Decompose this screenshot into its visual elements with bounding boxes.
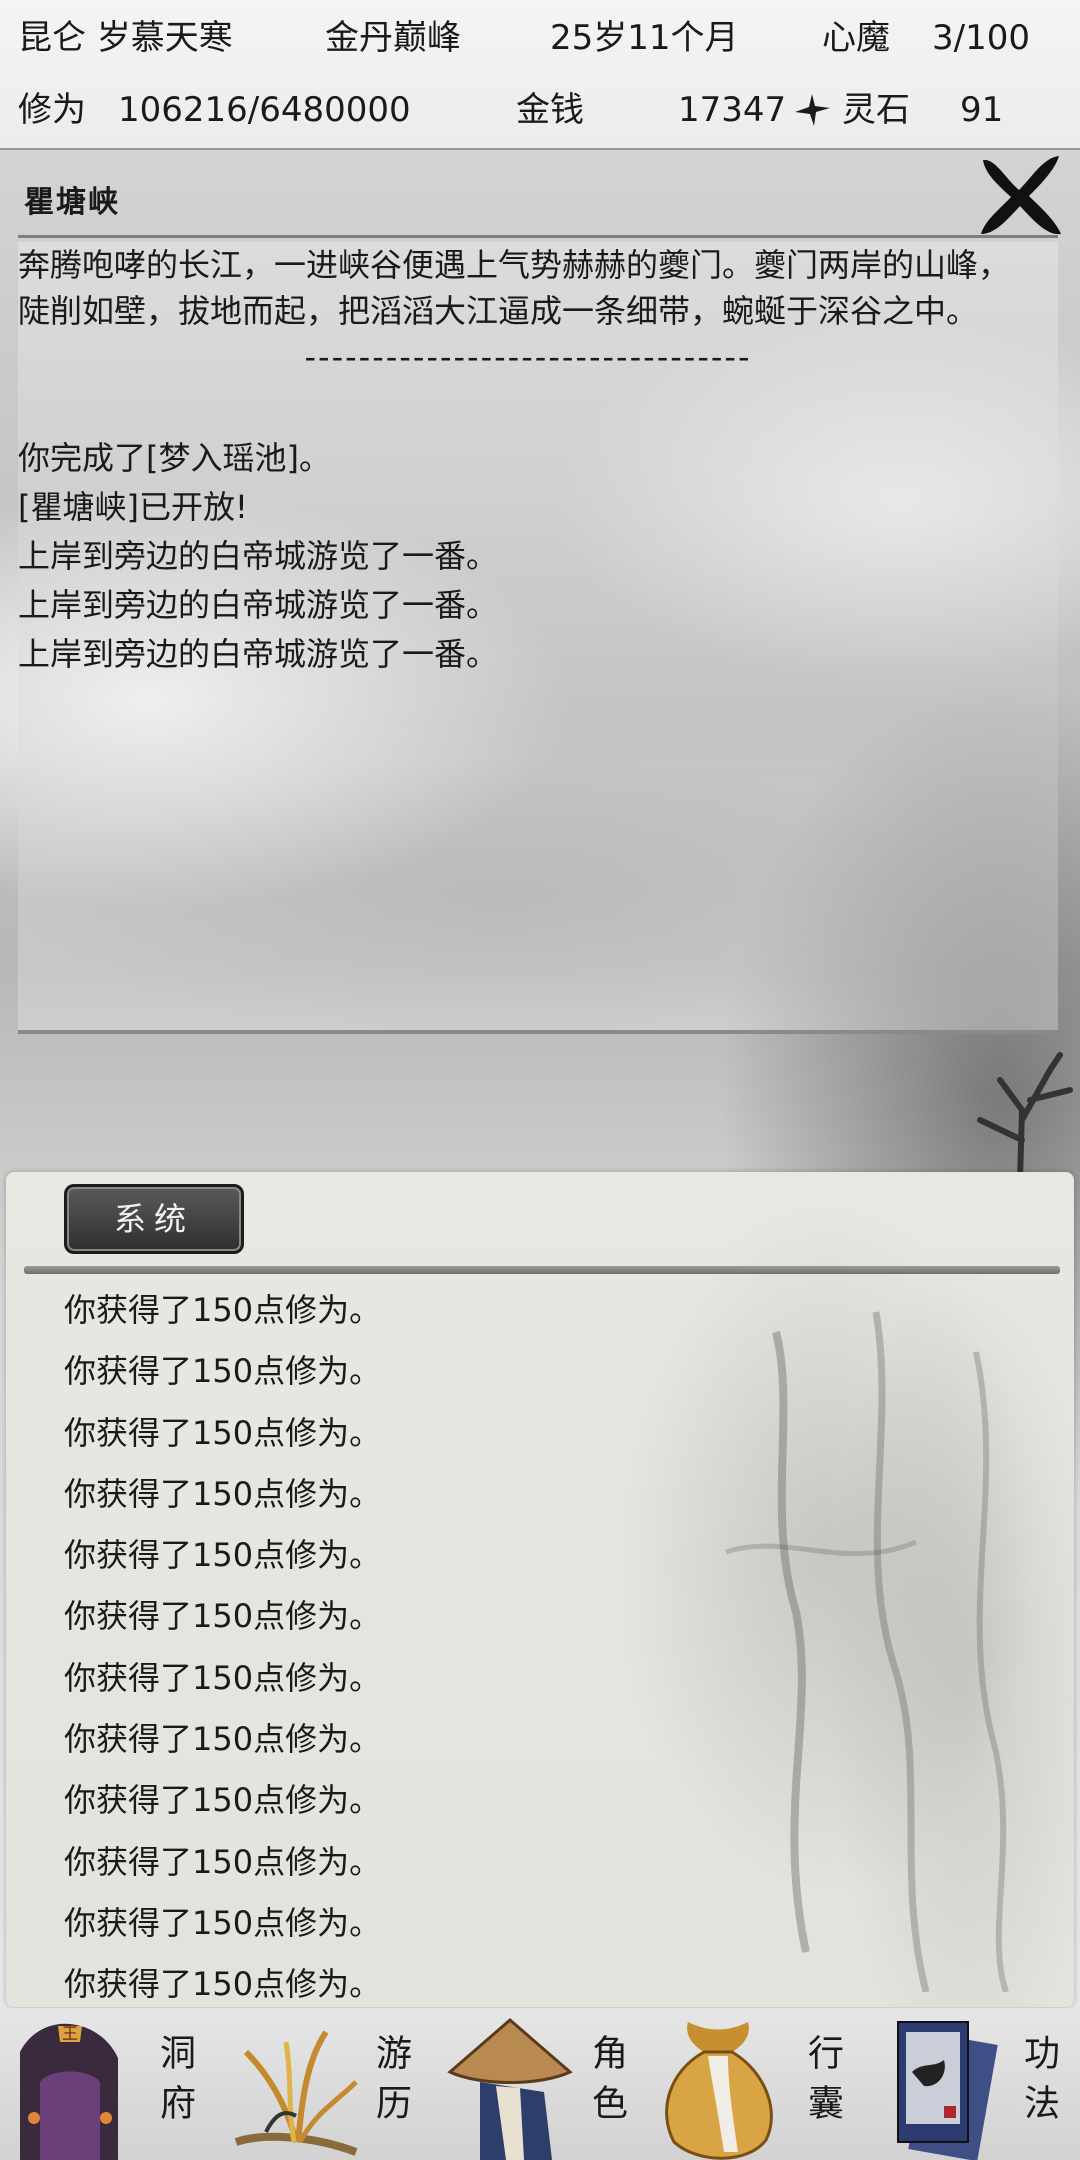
realm-label: 金丹巅峰 <box>325 18 461 58</box>
text-separator: --------------------------------- <box>304 338 752 376</box>
system-message: 你获得了150点修为。 <box>64 1658 382 1697</box>
event-line: 上岸到旁边的白帝城游览了一番。 <box>18 586 499 624</box>
nav-item-skills[interactable]: 功法 <box>864 2008 1080 2160</box>
spirit-stone-label: 灵石 <box>842 90 910 130</box>
spirit-stone-value: 91 <box>960 90 1004 130</box>
close-button[interactable] <box>975 150 1065 240</box>
svg-text:王: 王 <box>62 2024 78 2043</box>
nav-item-bag[interactable]: 行囊 <box>648 2008 864 2160</box>
system-message: 你获得了150点修为。 <box>64 1291 382 1329</box>
heart-demon-value: 3/100 <box>932 18 1030 58</box>
scroll-books-icon <box>897 2021 998 2160</box>
cultivation-value: 106216/6480000 <box>118 90 411 130</box>
location-content: 奔腾咆哮的长江，一进峡谷便遇上气势赫赫的夔门。夔门两岸的山峰，陡削如壁，拔地而起… <box>18 242 1058 1032</box>
nav-label-cave: 洞府 <box>154 2034 195 2134</box>
status-bar: 昆仑 岁慕天寒 金丹巅峰 25岁11个月 心魔 3/100 修为 106216/… <box>0 0 1080 150</box>
travel-grass-icon <box>234 2030 358 2156</box>
system-message: 你获得了150点修为。 <box>64 1781 382 1820</box>
bag-icon <box>665 2022 773 2160</box>
nav-item-travel[interactable]: 游历 <box>216 2008 432 2160</box>
heart-demon-label: 心魔 <box>822 18 890 58</box>
system-message: 你获得了150点修为。 <box>64 1536 382 1575</box>
money-label: 金钱 <box>516 90 584 130</box>
nav-label-skills: 功法 <box>1018 2034 1059 2134</box>
system-message: 你获得了150点修为。 <box>64 1903 382 1942</box>
location-label: 昆仑 岁慕天寒 <box>18 18 233 58</box>
system-message: 你获得了150点修为。 <box>64 1352 382 1391</box>
event-log: 你完成了[梦入瑶池]。 [瞿塘峡]已开放! 上岸到旁边的白帝城游览了一番。 上岸… <box>18 434 1058 679</box>
nav-label-character: 角色 <box>586 2034 627 2134</box>
system-message: 你获得了150点修为。 <box>64 1597 382 1636</box>
close-x-icon <box>981 156 1061 235</box>
nav-item-character[interactable]: 角色 <box>432 2008 648 2160</box>
location-divider <box>18 235 1058 238</box>
system-log: 你获得了150点修为。 你获得了150点修为。 你获得了150点修为。 你获得了… <box>64 1280 964 2007</box>
bottom-nav: 王 洞府 游历 角色 行囊 功法 <box>0 2008 1080 2160</box>
location-title: 瞿塘峡 <box>24 185 120 220</box>
age-label: 25岁11个月 <box>550 18 739 58</box>
ink-tree-decoration <box>977 1052 1073 1180</box>
system-message: 你获得了150点修为。 <box>64 1474 382 1513</box>
money-value: 17347 <box>678 90 787 130</box>
system-message: 你获得了150点修为。 <box>64 1965 382 2004</box>
nav-label-travel: 游历 <box>370 2034 411 2134</box>
system-panel: 系统 你获得了150点修为。 你获得了150点修为。 你获得了150点修为。 你… <box>6 1172 1074 2007</box>
location-header: 瞿塘峡 <box>0 155 1080 235</box>
nav-label-bag: 行囊 <box>802 2034 843 2134</box>
nav-item-cave[interactable]: 王 洞府 <box>0 2008 216 2160</box>
add-money-icon[interactable] <box>790 90 834 130</box>
character-hat-icon <box>447 2018 573 2160</box>
system-divider <box>24 1266 1060 1274</box>
system-message: 你获得了150点修为。 <box>64 1842 382 1881</box>
cultivation-label: 修为 <box>18 90 86 130</box>
event-line: 你完成了[梦入瑶池]。 <box>18 439 331 477</box>
location-description: 奔腾咆哮的长江，一进峡谷便遇上气势赫赫的夔门。夔门两岸的山峰，陡削如壁，拔地而起… <box>18 246 1011 330</box>
event-line: 上岸到旁边的白帝城游览了一番。 <box>18 635 499 673</box>
tab-system[interactable]: 系统 <box>64 1184 244 1254</box>
system-message: 你获得了150点修为。 <box>64 1413 382 1452</box>
event-line: 上岸到旁边的白帝城游览了一番。 <box>18 537 499 575</box>
cave-dwelling-icon: 王 <box>20 2023 118 2160</box>
system-message: 你获得了150点修为。 <box>64 1720 382 1759</box>
location-bottom-divider <box>18 1030 1058 1034</box>
event-line: [瞿塘峡]已开放! <box>18 488 248 526</box>
